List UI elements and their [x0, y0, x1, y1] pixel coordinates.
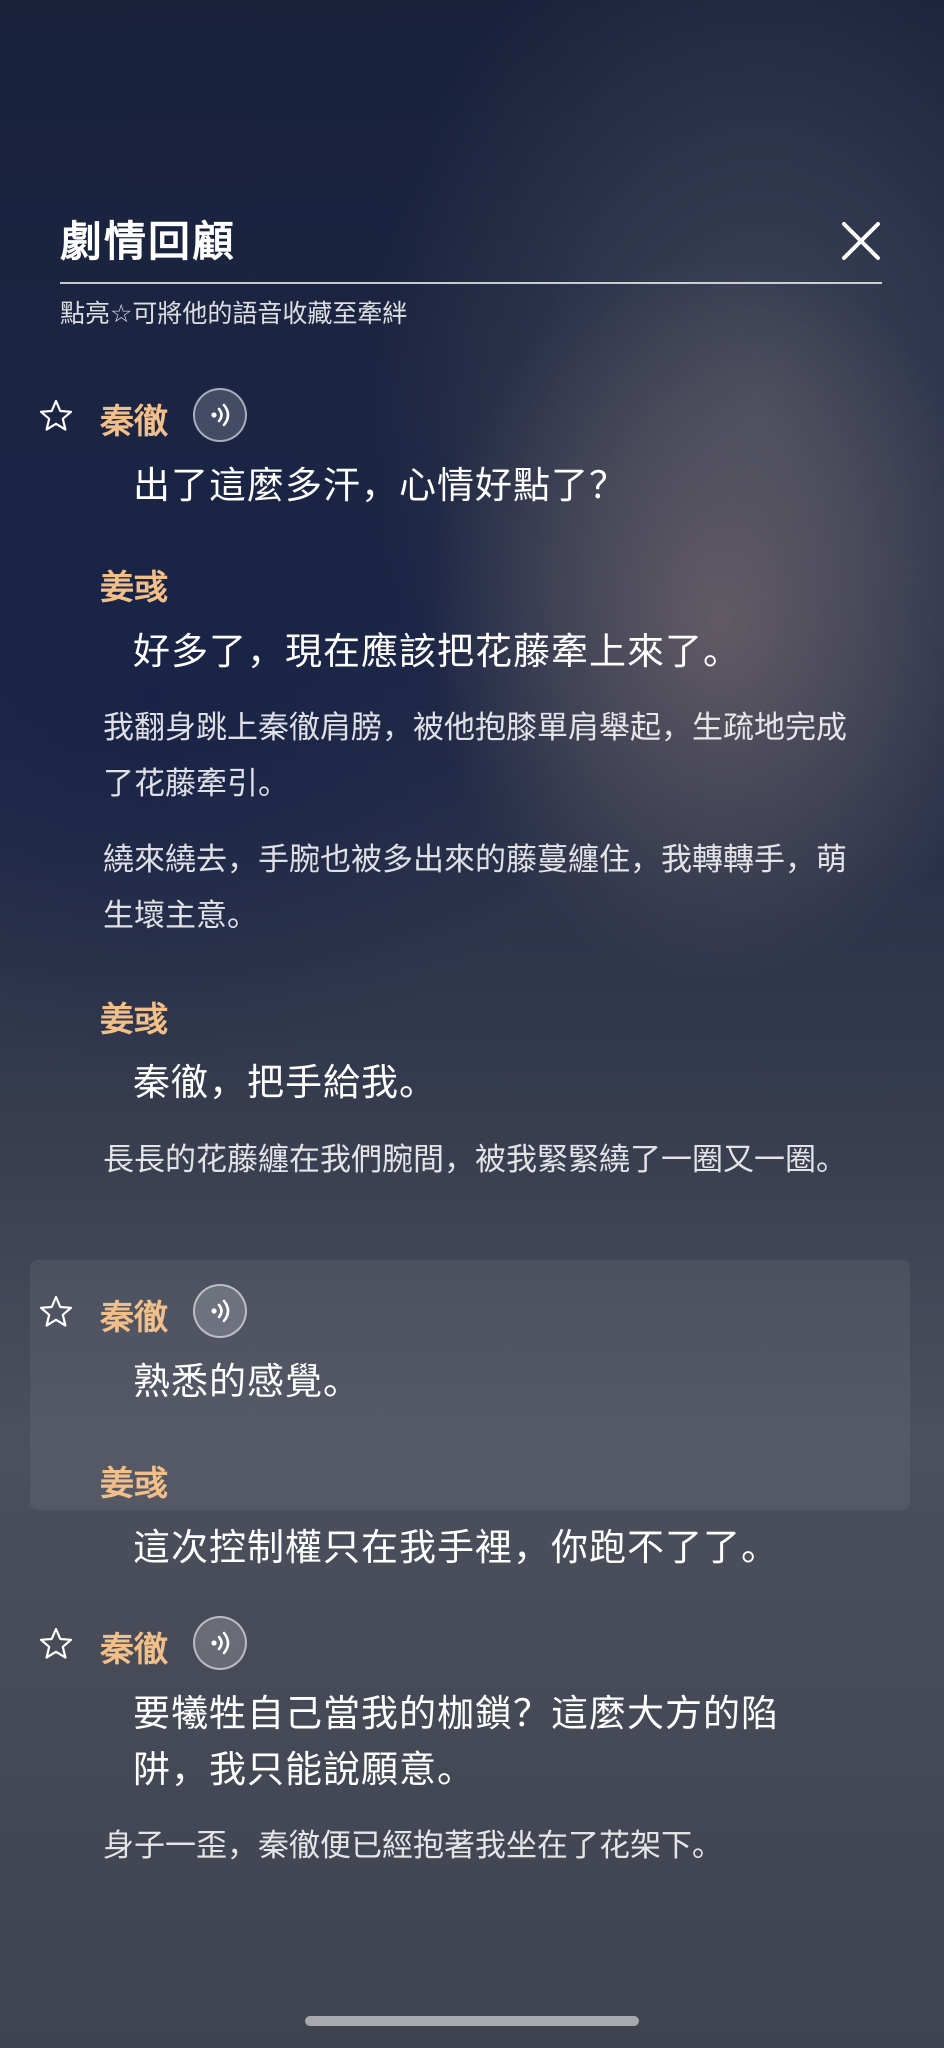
favorite-star-button[interactable]: [38, 1294, 74, 1330]
speaker-name: 姜彧: [100, 568, 168, 608]
dialogue-line: 這次控制權只在我手裡，你跑不了了。: [133, 1526, 779, 1569]
voice-play-icon: [211, 1299, 230, 1323]
dialogue-line: 熟悉的感覺。: [133, 1360, 361, 1403]
speaker-name: 秦徹: [100, 1298, 168, 1338]
close-button[interactable]: [836, 216, 886, 266]
voice-play-button[interactable]: [193, 388, 247, 442]
speaker-row: 姜彧: [0, 1448, 944, 1508]
header-subtitle: 點亮☆可將他的語音收藏至牽絆: [60, 299, 408, 328]
star-outline-icon: [39, 1627, 73, 1659]
voice-play-icon: [211, 403, 230, 427]
header-divider: [60, 282, 882, 284]
speaker-name: 秦徹: [100, 402, 168, 442]
speaker-name: 姜彧: [100, 1000, 168, 1040]
dialogue-line: 要犧牲自己當我的枷鎖？這麼大方的陷阱，我只能說願意。: [133, 1692, 779, 1791]
speaker-row: 秦徹: [0, 1614, 944, 1674]
speaker-name: 秦徹: [100, 1630, 168, 1670]
narration-text: 我翻身跳上秦徹肩膀，被他抱膝單肩舉起，生疏地完成了花藤牽引。: [103, 710, 847, 802]
speaker-row: 秦徹: [0, 386, 944, 446]
star-outline-icon: [39, 1295, 73, 1327]
dialogue-line: 出了這麼多汗，心情好點了？: [133, 464, 627, 507]
speaker-name: 姜彧: [100, 1464, 168, 1504]
home-indicator[interactable]: [305, 2016, 639, 2026]
speaker-row: 姜彧: [0, 984, 944, 1044]
star-outline-icon: [39, 399, 73, 431]
speaker-row: 秦徹: [0, 1282, 944, 1342]
speaker-row: 姜彧: [0, 552, 944, 612]
narration-text: 身子一歪，秦徹便已經抱著我坐在了花架下。: [103, 1828, 723, 1864]
dialogue-line: 秦徹，把手給我。: [133, 1061, 437, 1104]
dialogue-line: 好多了，現在應該把花藤牽上來了。: [133, 630, 741, 673]
favorite-star-button[interactable]: [38, 1626, 74, 1662]
narration-text: 繞來繞去，手腕也被多出來的藤蔓纏住，我轉轉手，萌生壞主意。: [103, 842, 847, 934]
voice-play-button[interactable]: [193, 1284, 247, 1338]
narration-text: 長長的花藤纏在我們腕間，被我緊緊繞了一圈又一圈。: [103, 1142, 847, 1178]
close-icon: [842, 222, 880, 260]
favorite-star-button[interactable]: [38, 398, 74, 434]
page-title: 劇情回顧: [60, 217, 237, 266]
voice-play-button[interactable]: [193, 1616, 247, 1670]
voice-play-icon: [211, 1631, 230, 1655]
